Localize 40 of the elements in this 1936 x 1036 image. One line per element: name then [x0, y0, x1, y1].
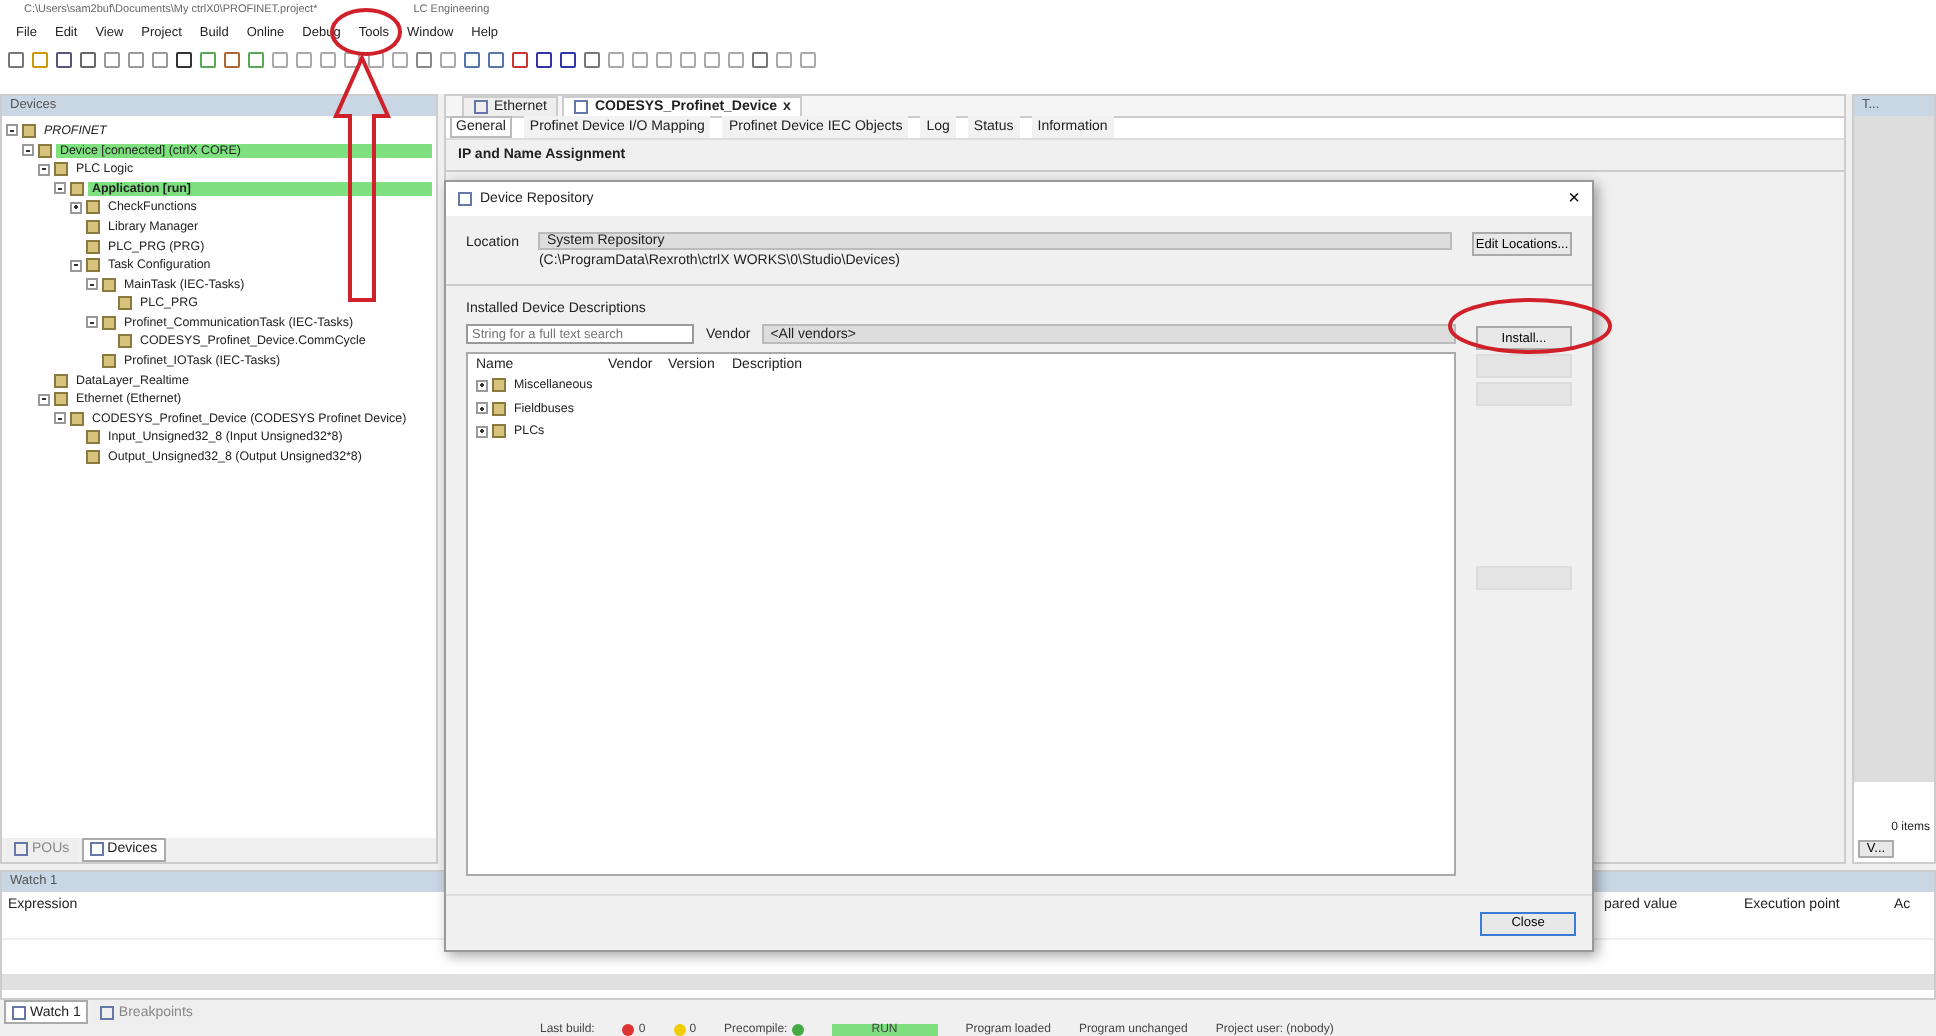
dialog-icon — [458, 192, 472, 206]
node-icon — [86, 239, 100, 253]
node-icon — [22, 123, 36, 138]
node-icon — [86, 200, 100, 215]
node-icon — [86, 450, 100, 465]
tab-icon — [12, 1005, 26, 1020]
node-icon — [38, 143, 52, 158]
node-icon — [54, 392, 68, 407]
tab-icon — [574, 99, 589, 114]
node-icon — [86, 258, 100, 273]
node-icon — [54, 373, 68, 388]
tree-toggle-icon[interactable] — [476, 425, 488, 438]
tab-icon — [14, 842, 28, 857]
tab-icon — [89, 842, 104, 857]
node-icon — [70, 181, 84, 196]
tree-toggle-icon[interactable] — [6, 124, 18, 137]
node-icon — [54, 162, 68, 177]
tree-toggle-icon[interactable] — [22, 144, 34, 157]
tree-toggle-icon[interactable] — [476, 379, 488, 392]
node-icon — [102, 277, 116, 292]
node-icon — [102, 354, 116, 369]
tab-icon — [100, 1005, 115, 1020]
tree-toggle-icon[interactable] — [86, 316, 98, 329]
node-icon — [102, 315, 116, 330]
tab-icon — [474, 99, 488, 114]
tree-toggle-icon[interactable] — [54, 412, 66, 425]
horizontal-scrollbar[interactable] — [2, 974, 1934, 991]
tree-toggle-icon[interactable] — [38, 163, 50, 176]
tree-toggle-icon[interactable] — [70, 201, 82, 214]
node-icon — [118, 296, 132, 311]
node-icon — [86, 219, 100, 234]
tree-toggle-icon[interactable] — [38, 393, 50, 406]
tree-toggle-icon[interactable] — [86, 278, 98, 291]
node-icon — [70, 411, 84, 426]
tree-toggle-icon[interactable] — [476, 402, 488, 415]
tree-toggle-icon[interactable] — [54, 182, 66, 195]
node-icon — [86, 430, 100, 445]
tree-toggle-icon[interactable] — [70, 259, 82, 272]
close-button[interactable]: × — [1568, 188, 1580, 210]
node-icon — [118, 334, 132, 349]
